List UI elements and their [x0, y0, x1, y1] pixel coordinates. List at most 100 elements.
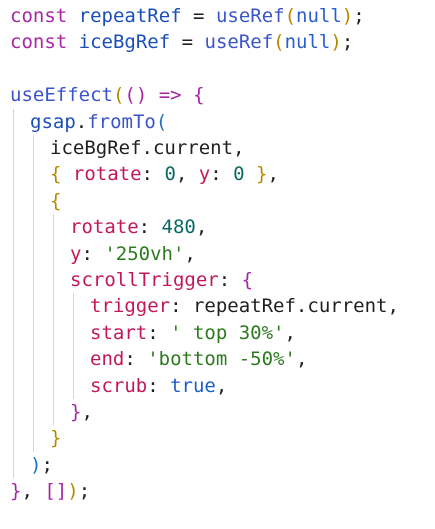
code-token: iceBgRef — [50, 137, 142, 159]
code-token: { — [50, 163, 62, 186]
code-line: { rotate: 0, y: 0 }, — [50, 161, 279, 187]
code-token: ) — [330, 31, 342, 54]
code-token: y — [70, 242, 82, 265]
code-line: start: ' top 30%', — [90, 320, 296, 346]
code-token: trigger — [90, 295, 171, 318]
code-token: } — [50, 427, 62, 450]
code-token: ) — [67, 480, 79, 503]
code-token: : — [81, 242, 105, 265]
code-token: : — [147, 374, 171, 397]
indent-guide — [53, 214, 54, 426]
code-line: scrollTrigger: { — [70, 267, 253, 293]
code-token: ) — [30, 453, 42, 476]
code-token: current — [307, 295, 388, 318]
code-line: gsap.fromTo( — [30, 109, 167, 135]
code-token: , — [295, 348, 308, 371]
code-line: }, []); — [10, 478, 90, 504]
code-token: 0 — [233, 163, 245, 186]
code-token: null — [296, 5, 342, 27]
code-line: y: '250vh', — [70, 241, 196, 267]
code-token: ; — [78, 480, 91, 503]
code-line: ); — [30, 452, 53, 478]
code-token: 'bottom -50%' — [147, 348, 296, 371]
code-token: start — [90, 321, 148, 344]
code-token: , — [21, 480, 45, 503]
code-token: ) — [341, 5, 354, 27]
code-token: ; — [341, 31, 354, 54]
code-token: } — [256, 163, 268, 186]
code-token: : — [210, 163, 234, 186]
code-token: useRef — [215, 5, 285, 27]
code-token: : — [124, 348, 148, 371]
code-token: = — [181, 5, 216, 27]
code-token: ; — [353, 5, 365, 27]
code-token: true — [170, 374, 216, 397]
code-token: , — [175, 163, 199, 186]
code-token: current — [152, 137, 234, 159]
code-token: , — [195, 216, 208, 239]
code-token: useEffect — [10, 84, 113, 107]
code-token: 0 — [164, 163, 176, 186]
code-token: end — [90, 348, 125, 371]
code-token: : — [218, 269, 242, 291]
code-token: , — [267, 163, 279, 186]
code-line: trigger: repeatRef.current, — [90, 293, 399, 319]
code-line: useEffect(() => { — [10, 82, 205, 108]
code-token: = — [170, 31, 205, 54]
code-token: () — [124, 84, 148, 107]
code-token: ( — [284, 5, 297, 27]
code-line: iceBgRef.current, — [50, 135, 245, 161]
code-token: , — [387, 295, 399, 318]
code-token: ( — [112, 84, 125, 107]
code-line: } — [50, 425, 61, 451]
code-token: => — [147, 84, 194, 107]
code-token: const — [10, 5, 68, 27]
code-line: end: 'bottom -50%', — [90, 346, 307, 372]
code-token: scrub — [90, 374, 148, 397]
code-token: rotate — [70, 216, 139, 239]
indent-guide — [13, 108, 14, 479]
code-token: : — [141, 163, 165, 186]
code-token: ( — [155, 110, 168, 133]
code-token: fromTo — [87, 110, 156, 133]
code-token: repeatRef — [192, 295, 296, 318]
code-line: scrub: true, — [90, 373, 227, 399]
code-token: iceBgRef — [78, 31, 171, 54]
code-token: , — [81, 401, 93, 423]
code-token: . — [141, 137, 153, 159]
code-line: rotate: 480, — [70, 214, 207, 240]
code-token: : — [147, 321, 171, 344]
code-token: null — [284, 31, 331, 54]
code-token: . — [75, 110, 88, 133]
code-line: { — [50, 188, 61, 214]
code-line: }, — [70, 399, 93, 425]
code-token: [] — [44, 480, 68, 503]
code-token: y — [198, 163, 211, 186]
code-token: useRef — [204, 31, 274, 54]
code-token: { — [50, 189, 62, 212]
code-token: , — [184, 242, 196, 265]
code-token: } — [70, 401, 82, 423]
code-editor[interactable]: const repeatRef = useRef(null); const ice… — [0, 0, 435, 529]
code-token: ; — [41, 453, 53, 476]
code-token: , — [233, 137, 245, 159]
indent-guide — [33, 135, 34, 452]
code-token: rotate — [72, 163, 142, 186]
code-token: , — [284, 321, 296, 344]
code-line: const iceBgRef = useRef(null); — [10, 29, 353, 55]
code-token: repeatRef — [78, 5, 182, 27]
code-token: , — [215, 374, 228, 397]
code-token: : — [170, 295, 193, 318]
code-token: 480 — [161, 216, 196, 239]
code-token: : — [138, 216, 162, 239]
code-token: gsap — [30, 110, 76, 133]
code-token: . — [295, 295, 308, 318]
indent-guide — [73, 293, 74, 399]
code-token: { — [241, 269, 254, 291]
code-token: scrollTrigger — [70, 269, 219, 291]
code-token: const — [10, 31, 68, 54]
